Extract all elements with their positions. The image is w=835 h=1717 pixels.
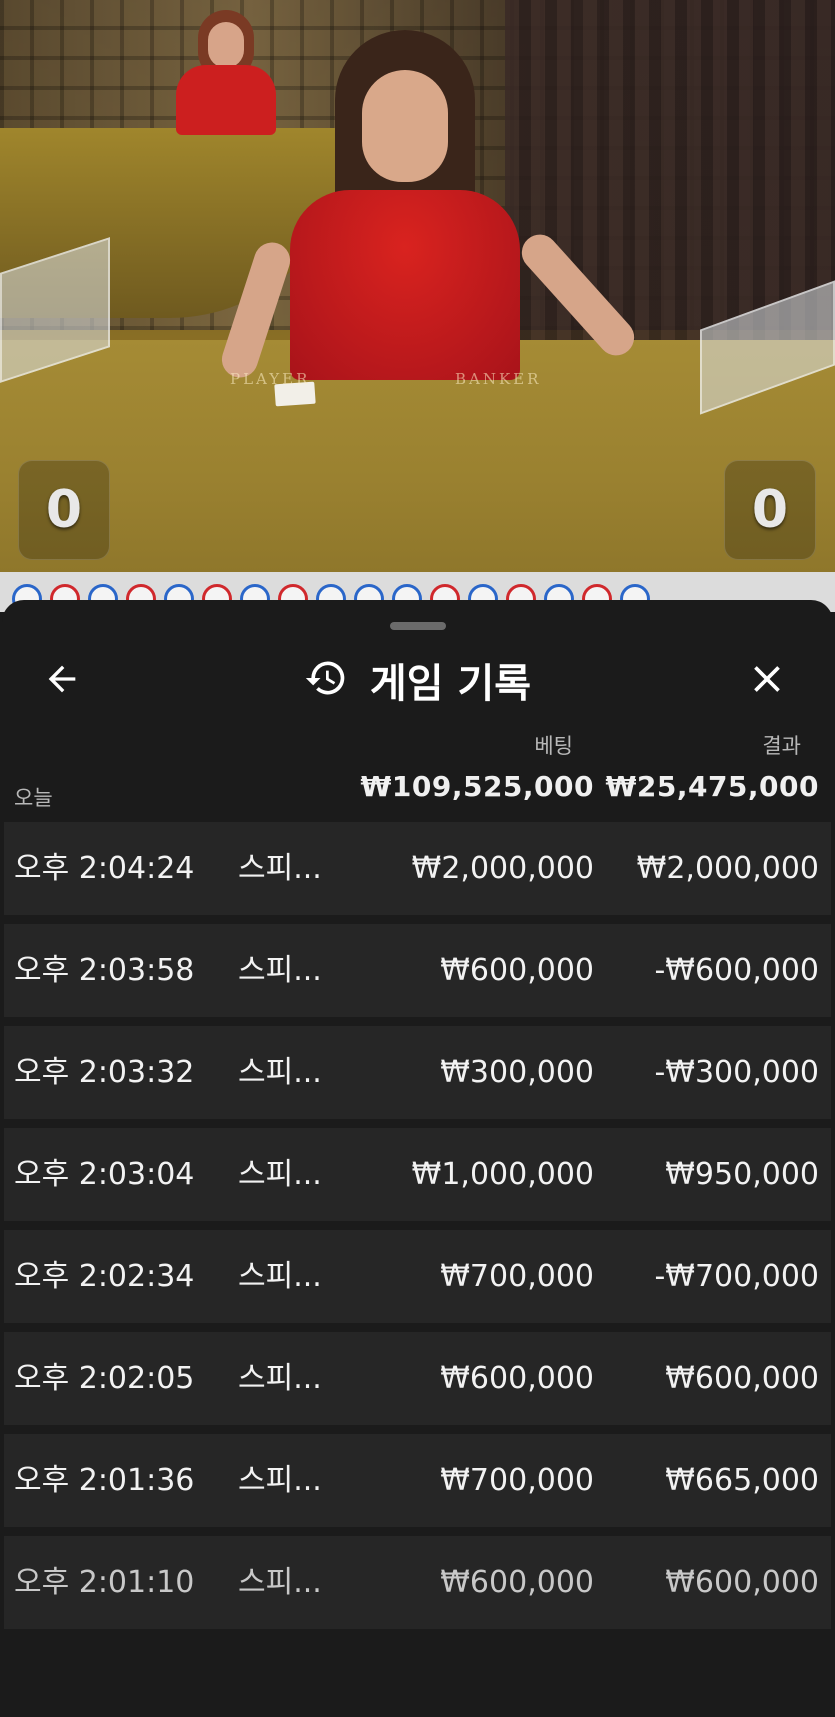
row-bet: ₩1,000,000 [411, 1157, 594, 1192]
live-video-stream: PLAYER BANKER 0 0 [0, 0, 835, 572]
row-time: 오후 2:03:04 [14, 1157, 195, 1192]
history-row[interactable]: 오후 2:03:58 스피... ₩600,000 -₩600,000 [4, 924, 831, 1017]
row-game: 스피... [238, 1055, 322, 1090]
row-bet: ₩2,000,000 [411, 851, 594, 886]
row-result: -₩600,000 [654, 953, 819, 988]
row-game: 스피... [238, 953, 322, 988]
row-time: 오후 2:03:58 [14, 953, 195, 988]
history-row[interactable]: 오후 2:02:05 스피... ₩600,000 ₩600,000 [4, 1332, 831, 1425]
close-button[interactable] [737, 656, 797, 706]
row-result: ₩600,000 [665, 1361, 819, 1396]
player-table-label: PLAYER [230, 370, 311, 388]
result-column-header: 결과 [762, 734, 801, 758]
row-time: 오후 2:01:10 [14, 1565, 195, 1600]
sheet-header: 게임 기록 [2, 640, 833, 720]
row-game: 스피... [238, 1361, 322, 1396]
arrow-left-icon [42, 659, 82, 703]
row-result: ₩665,000 [665, 1463, 819, 1498]
row-bet: ₩600,000 [440, 1565, 594, 1600]
banker-score: 0 [724, 460, 816, 560]
game-history-sheet: 게임 기록 베팅 결과 오늘 ₩109,525,000 ₩25,475,000 … [2, 600, 833, 1717]
row-game: 스피... [238, 1157, 322, 1192]
row-game: 스피... [238, 1565, 322, 1600]
page-title: 게임 기록 [369, 661, 532, 707]
row-time: 오후 2:03:32 [14, 1055, 195, 1090]
banker-table-label: BANKER [455, 370, 542, 388]
row-time: 오후 2:02:34 [14, 1259, 195, 1294]
history-list: 오후 2:04:24 스피... ₩2,000,000 ₩2,000,000 오… [4, 822, 833, 1638]
result-total: ₩25,475,000 [605, 770, 819, 803]
row-time: 오후 2:01:36 [14, 1463, 195, 1498]
bet-total: ₩109,525,000 [360, 770, 594, 803]
today-label: 오늘 [14, 786, 53, 810]
history-row[interactable]: 오후 2:01:36 스피... ₩700,000 ₩665,000 [4, 1434, 831, 1527]
row-bet: ₩600,000 [440, 953, 594, 988]
dealer [290, 30, 520, 380]
player-score: 0 [18, 460, 110, 560]
history-row[interactable]: 오후 2:04:24 스피... ₩2,000,000 ₩2,000,000 [4, 822, 831, 915]
row-game: 스피... [238, 1463, 322, 1498]
row-bet: ₩700,000 [440, 1259, 594, 1294]
row-result: -₩700,000 [654, 1259, 819, 1294]
title-wrap: 게임 기록 [2, 640, 833, 720]
row-time: 오후 2:04:24 [14, 851, 195, 886]
row-bet: ₩700,000 [440, 1463, 594, 1498]
row-game: 스피... [238, 851, 322, 886]
row-result: ₩950,000 [665, 1157, 819, 1192]
row-result: ₩600,000 [665, 1565, 819, 1600]
row-game: 스피... [238, 1259, 322, 1294]
background-dealer [176, 10, 276, 135]
row-bet: ₩600,000 [440, 1361, 594, 1396]
row-result: ₩2,000,000 [636, 851, 819, 886]
history-row[interactable]: 오후 2:03:32 스피... ₩300,000 -₩300,000 [4, 1026, 831, 1119]
row-bet: ₩300,000 [440, 1055, 594, 1090]
history-icon [304, 656, 348, 704]
bet-column-header: 베팅 [534, 734, 573, 758]
back-button[interactable] [32, 656, 92, 706]
close-icon [745, 657, 789, 705]
history-row[interactable]: 오후 2:01:10 스피... ₩600,000 ₩600,000 [4, 1536, 831, 1629]
history-row[interactable]: 오후 2:03:04 스피... ₩1,000,000 ₩950,000 [4, 1128, 831, 1221]
row-result: -₩300,000 [654, 1055, 819, 1090]
row-time: 오후 2:02:05 [14, 1361, 195, 1396]
drag-handle[interactable] [390, 622, 446, 630]
history-row[interactable]: 오후 2:02:34 스피... ₩700,000 -₩700,000 [4, 1230, 831, 1323]
